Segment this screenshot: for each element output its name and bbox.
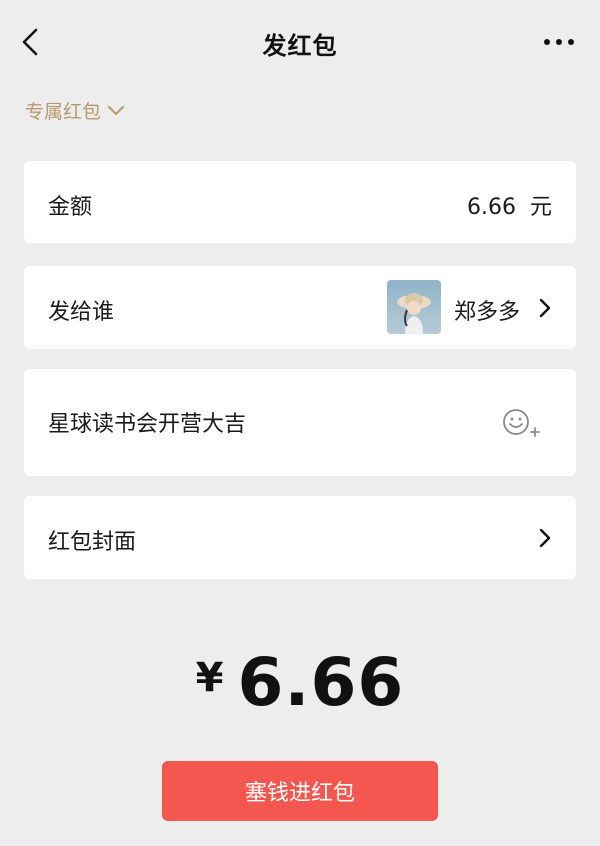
amount-value: 6.66 xyxy=(467,195,516,220)
cover-label: 红包封面 xyxy=(48,530,137,555)
chevron-right-icon xyxy=(539,298,551,318)
recipient-row[interactable]: 发给谁 郑多多 xyxy=(24,266,576,349)
page-title: 发红包 xyxy=(262,32,338,60)
currency-symbol: ¥ xyxy=(195,655,224,701)
amount-row[interactable]: 金额 6.66 元 xyxy=(24,161,576,243)
total-amount: ¥6.66 xyxy=(0,644,600,721)
message-row xyxy=(24,369,576,476)
recipient-name: 郑多多 xyxy=(454,300,521,325)
amount-label: 金额 xyxy=(48,195,93,220)
cover-row[interactable]: 红包封面 xyxy=(24,496,576,579)
more-dots-icon[interactable] xyxy=(542,36,576,48)
blessing-message-input[interactable] xyxy=(48,409,488,434)
add-emoji-icon[interactable] xyxy=(500,405,542,441)
chevron-down-icon xyxy=(108,106,125,115)
top-bar: 发红包 xyxy=(0,0,600,86)
chevron-right-icon xyxy=(539,528,551,548)
recipient-avatar xyxy=(387,280,441,334)
amount-unit: 元 xyxy=(529,195,552,220)
packet-type-dropdown[interactable]: 专属红包 xyxy=(25,96,125,124)
send-red-packet-button[interactable]: 塞钱进红包 xyxy=(162,761,438,821)
packet-type-label: 专属红包 xyxy=(25,100,102,123)
total-value: 6.66 xyxy=(237,644,405,721)
user-avatar xyxy=(387,280,441,334)
amount-field[interactable]: 6.66 元 xyxy=(467,189,552,221)
recipient-label: 发给谁 xyxy=(48,300,115,325)
